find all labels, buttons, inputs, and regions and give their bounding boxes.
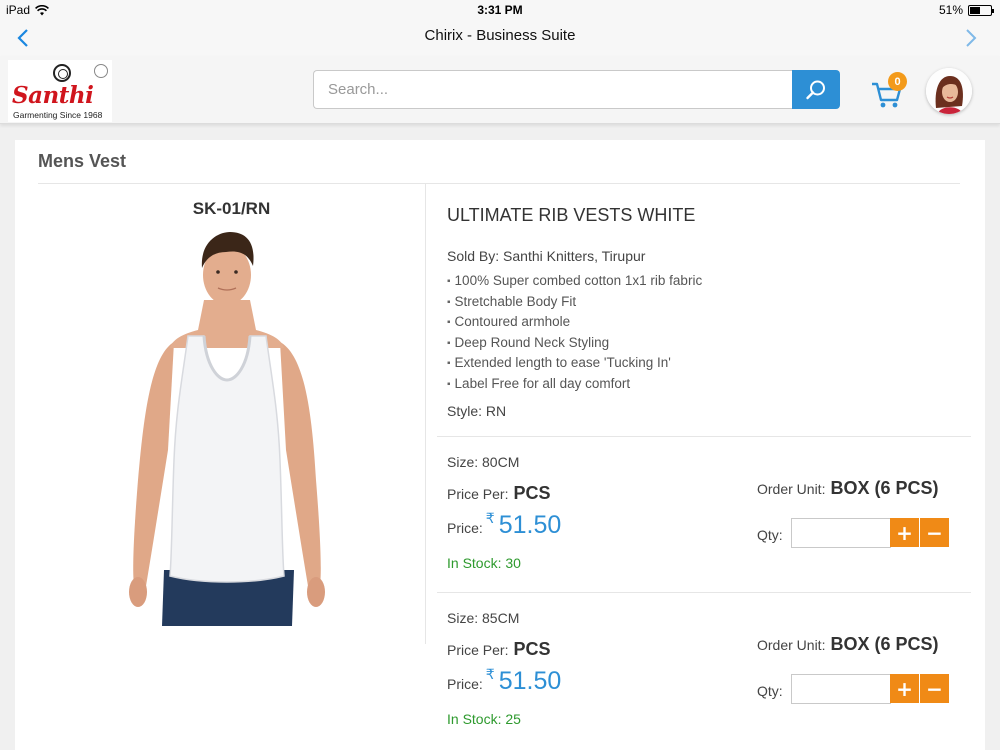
price-per-label: Price Per: (447, 486, 509, 502)
style-label: Style: (447, 403, 483, 419)
product-image-panel: SK-01/RN (38, 184, 426, 644)
style-value: RN (485, 403, 507, 419)
variant-row: Size: 85CM Price Per: PCS Price:₹ 51.50 In… (437, 592, 971, 748)
price-per-label: Price Per: (447, 642, 509, 658)
forward-button[interactable] (960, 26, 982, 50)
sold-by-value: Santhi Knitters, Tirupur (503, 248, 646, 264)
certification-seal-icon (94, 64, 108, 78)
price-per-value: PCS (513, 483, 551, 503)
brand-logo[interactable]: Santhi Garmenting Since 1968 (8, 60, 112, 122)
stock-value: 30 (505, 555, 521, 571)
price-value: 51.50 (498, 667, 562, 695)
stock-status: In Stock: 25 (447, 711, 521, 727)
qty-input[interactable] (791, 674, 891, 704)
logo-tagline: Garmenting Since 1968 (13, 110, 103, 120)
order-unit-label: Order Unit: (757, 481, 826, 497)
stock-value: 25 (505, 711, 521, 727)
qty-decrement-button[interactable]: − (920, 518, 949, 547)
qty-label: Qty: (757, 527, 783, 543)
search-button[interactable] (792, 70, 840, 109)
stock-label: In Stock: (447, 711, 502, 727)
nav-title: Chirix - Business Suite (424, 27, 576, 44)
search-icon (806, 80, 825, 99)
qty-decrement-button[interactable]: − (920, 674, 949, 703)
price-label: Price: (447, 520, 483, 536)
sold-by: Sold By: Santhi Knitters, Tirupur (447, 248, 645, 264)
feature-item: Deep Round Neck Styling (447, 333, 702, 354)
price-label: Price: (447, 676, 483, 692)
size-value: 85CM (482, 610, 520, 626)
order-unit: Order Unit: BOX (6 PCS) (757, 634, 939, 655)
price-per: Price Per: PCS (447, 483, 550, 504)
product-image[interactable] (122, 230, 334, 626)
order-unit-value: BOX (6 PCS) (830, 634, 939, 654)
logo-brand-text: Santhi (12, 82, 94, 109)
qty-label: Qty: (757, 683, 783, 699)
price-per-value: PCS (513, 639, 551, 659)
order-unit: Order Unit: BOX (6 PCS) (757, 478, 939, 499)
qty-increment-button[interactable]: + (890, 674, 919, 703)
status-time: 3:31 PM (477, 3, 523, 17)
battery-fill (970, 6, 981, 14)
user-avatar[interactable] (926, 68, 972, 114)
logo-emblem-icon (53, 64, 71, 82)
cart-button[interactable]: 0 (870, 72, 910, 110)
sold-by-label: Sold By: (447, 248, 500, 264)
price-value: 51.50 (498, 511, 562, 539)
avatar-image (926, 68, 972, 114)
status-bar: iPad 3:31 PM 51% (0, 0, 1000, 20)
variant-size: Size: 85CM (447, 610, 519, 626)
price: Price:₹ 51.50 (447, 666, 561, 696)
price-per: Price Per: PCS (447, 639, 550, 660)
price: Price:₹ 51.50 (447, 510, 561, 540)
size-value: 80CM (482, 454, 520, 470)
size-label: Size: (447, 610, 479, 626)
feature-item: 100% Super combed cotton 1x1 rib fabric (447, 271, 703, 292)
feature-item: Stretchable Body Fit (447, 292, 702, 313)
feature-item: Contoured armhole (447, 312, 702, 333)
feature-list: 100% Super combed cotton 1x1 rib fabric … (447, 271, 703, 395)
battery-percent: 51% (938, 3, 963, 17)
rupee-icon: ₹ (485, 510, 495, 526)
variant-size: Size: 80CM (447, 454, 519, 470)
cart-count-badge: 0 (888, 72, 907, 91)
variant-row: Size: 80CM Price Per: PCS Price:₹ 51.50 In… (437, 436, 971, 592)
app-header: Santhi Garmenting Since 1968 0 (0, 56, 1000, 124)
stock-label: In Stock: (447, 555, 502, 571)
search-input[interactable] (313, 70, 793, 109)
qty-increment-button[interactable]: + (890, 518, 919, 547)
feature-item: Label Free for all day comfort (447, 374, 702, 395)
product-sku: SK-01/RN (192, 199, 271, 218)
product-card: Mens Vest SK-01/RN ULTIMATE RIB VESTS WH… (15, 140, 985, 750)
size-label: Size: (447, 454, 479, 470)
qty-input[interactable] (791, 518, 891, 548)
order-unit-value: BOX (6 PCS) (830, 478, 939, 498)
nav-bar: Chirix - Business Suite (0, 20, 1000, 56)
stock-status: In Stock: 30 (447, 555, 521, 571)
battery-icon (968, 4, 994, 16)
feature-item: Extended length to ease 'Tucking In' (447, 353, 702, 374)
product-name: ULTIMATE RIB VESTS WHITE (447, 205, 696, 225)
chevron-right-icon (966, 29, 977, 47)
rupee-icon: ₹ (485, 666, 495, 682)
section-title: Mens Vest (38, 151, 127, 171)
style-row: Style: RN (447, 403, 506, 419)
order-unit-label: Order Unit: (757, 637, 826, 653)
